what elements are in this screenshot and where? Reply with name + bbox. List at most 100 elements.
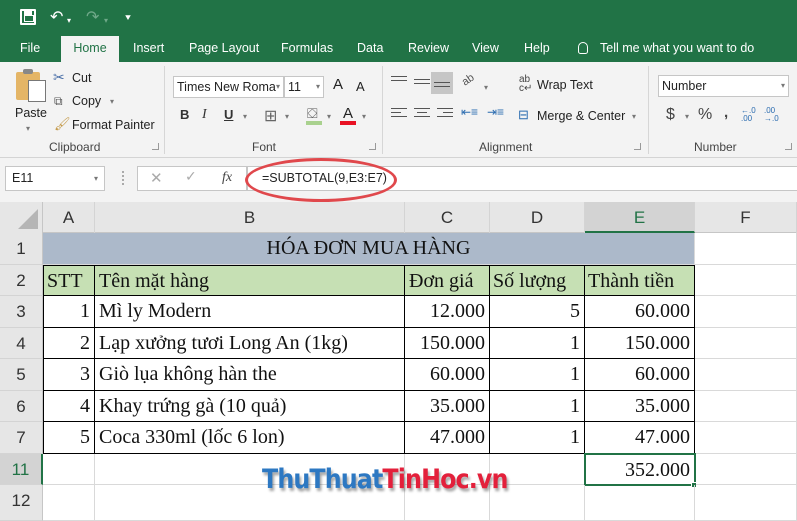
stt-cell[interactable]: 1 [43, 296, 95, 328]
bold-button[interactable]: B [180, 107, 189, 122]
item-name-cell[interactable]: Lạp xưởng tươi Long An (1kg) [95, 327, 405, 359]
cell[interactable] [43, 485, 95, 521]
item-name-cell[interactable]: Mì ly Modern [95, 296, 405, 328]
cell[interactable] [695, 233, 797, 265]
align-center-icon[interactable] [414, 108, 430, 120]
tab-data[interactable]: Data [357, 36, 383, 62]
row-header[interactable]: 12 [0, 485, 43, 521]
redo-icon[interactable]: ↷ [86, 8, 99, 26]
paste-dropdown-icon[interactable]: ▾ [26, 124, 30, 133]
currency-dropdown-icon[interactable]: ▾ [685, 112, 689, 121]
row-header[interactable]: 1 [0, 233, 43, 265]
orientation-icon[interactable]: ab [460, 72, 477, 89]
total-cell[interactable]: 47.000 [585, 422, 695, 454]
row-header[interactable]: 5 [0, 359, 43, 391]
increase-decimal-button[interactable]: ←.0 .00 [741, 107, 761, 123]
italic-button[interactable]: I [202, 107, 207, 123]
font-launcher-icon[interactable] [369, 143, 376, 150]
column-header-d[interactable]: D [490, 202, 585, 233]
decrease-indent-icon[interactable]: ⇤≡ [461, 105, 478, 119]
price-cell[interactable]: 35.000 [405, 390, 490, 422]
invoice-title-cell[interactable]: HÓA ĐƠN MUA HÀNG [43, 233, 695, 265]
undo-dropdown-icon[interactable]: ▾ [67, 12, 71, 30]
total-cell[interactable]: 35.000 [585, 390, 695, 422]
column-header-a[interactable]: A [43, 202, 95, 233]
paste-button[interactable]: Paste [15, 106, 47, 120]
formula-input[interactable]: =SUBTOTAL(9,E3:E7) [247, 166, 797, 191]
copy-dropdown-icon[interactable]: ▾ [110, 97, 114, 106]
qty-cell[interactable]: 1 [490, 422, 585, 454]
price-cell[interactable]: 47.000 [405, 422, 490, 454]
cut-button[interactable]: Cut [72, 71, 91, 85]
cell[interactable] [695, 296, 797, 328]
underline-button[interactable]: U [224, 107, 233, 122]
total-cell[interactable]: 60.000 [585, 359, 695, 391]
tab-help[interactable]: Help [524, 36, 550, 62]
column-header-e[interactable]: E [585, 202, 695, 233]
item-name-cell[interactable]: Coca 330ml (lốc 6 lon) [95, 422, 405, 454]
stt-cell[interactable]: 2 [43, 327, 95, 359]
total-cell[interactable]: 150.000 [585, 327, 695, 359]
fill-color-icon[interactable]: ⛋ [307, 105, 318, 122]
save-icon[interactable] [20, 9, 36, 25]
middle-align-icon[interactable] [414, 79, 430, 91]
formula-bar-resize-handle[interactable] [122, 171, 124, 185]
row-header[interactable]: 7 [0, 422, 43, 454]
undo-icon[interactable]: ↶ [50, 8, 63, 26]
cell[interactable] [585, 485, 695, 521]
orientation-dropdown-icon[interactable]: ▾ [484, 83, 488, 92]
qty-cell[interactable]: 5 [490, 296, 585, 328]
qty-cell[interactable]: 1 [490, 390, 585, 422]
stt-cell[interactable]: 3 [43, 359, 95, 391]
alignment-launcher-icon[interactable] [634, 143, 641, 150]
borders-dropdown-icon[interactable]: ▾ [285, 112, 289, 121]
cancel-icon[interactable]: ✕ [150, 169, 163, 187]
cell[interactable] [695, 359, 797, 391]
number-format-combo[interactable]: Number ▾ [658, 75, 789, 97]
price-cell[interactable]: 150.000 [405, 327, 490, 359]
price-cell[interactable]: 60.000 [405, 359, 490, 391]
row-header[interactable]: 6 [0, 390, 43, 422]
tab-view[interactable]: View [472, 36, 499, 62]
stt-cell[interactable]: 5 [43, 422, 95, 454]
item-name-cell[interactable]: Khay trứng gà (10 quả) [95, 390, 405, 422]
merge-center-dropdown-icon[interactable]: ▾ [632, 112, 636, 121]
header-cell-total[interactable]: Thành tiền [585, 264, 695, 296]
tab-formulas[interactable]: Formulas [281, 36, 333, 62]
stt-cell[interactable]: 4 [43, 390, 95, 422]
cell[interactable] [696, 453, 797, 485]
row-header[interactable]: 3 [0, 296, 43, 328]
wrap-text-button[interactable]: Wrap Text [537, 78, 593, 92]
align-right-icon[interactable] [437, 108, 453, 120]
align-left-icon[interactable] [391, 108, 407, 120]
cell[interactable] [43, 453, 95, 485]
total-cell[interactable]: 60.000 [585, 296, 695, 328]
header-cell-price[interactable]: Đơn giá [405, 264, 490, 296]
customize-qat-icon[interactable]: ⯆ [124, 10, 132, 28]
select-all-button[interactable] [0, 202, 43, 233]
qty-cell[interactable]: 1 [490, 359, 585, 391]
cell[interactable] [695, 264, 797, 296]
header-cell-qty[interactable]: Số lượng [490, 264, 585, 296]
redo-dropdown-icon[interactable]: ▾ [104, 12, 108, 30]
tab-review[interactable]: Review [408, 36, 449, 62]
name-box[interactable]: E11 ▾ [5, 166, 105, 191]
insert-function-icon[interactable]: fx [222, 170, 232, 186]
borders-icon[interactable]: ⊞ [264, 106, 277, 126]
tab-home[interactable]: Home [61, 36, 119, 62]
format-painter-button[interactable]: Format Painter [72, 118, 155, 132]
cell[interactable] [695, 327, 797, 359]
tab-file[interactable]: File [20, 36, 40, 62]
cell[interactable] [695, 422, 797, 454]
fill-color-dropdown-icon[interactable]: ▾ [327, 112, 331, 121]
cell[interactable] [695, 485, 797, 521]
font-name-combo[interactable]: Times New Roma ▾ [173, 76, 284, 98]
decrease-decimal-button[interactable]: .00 →.0 [764, 107, 784, 123]
tab-insert[interactable]: Insert [133, 36, 164, 62]
currency-button[interactable]: $ [666, 106, 675, 124]
column-header-c[interactable]: C [405, 202, 490, 233]
header-cell-name[interactable]: Tên mặt hàng [95, 264, 405, 296]
row-header-selected[interactable]: 11 [0, 453, 43, 485]
number-launcher-icon[interactable] [785, 143, 792, 150]
item-name-cell[interactable]: Giò lụa không hàn the [95, 359, 405, 391]
